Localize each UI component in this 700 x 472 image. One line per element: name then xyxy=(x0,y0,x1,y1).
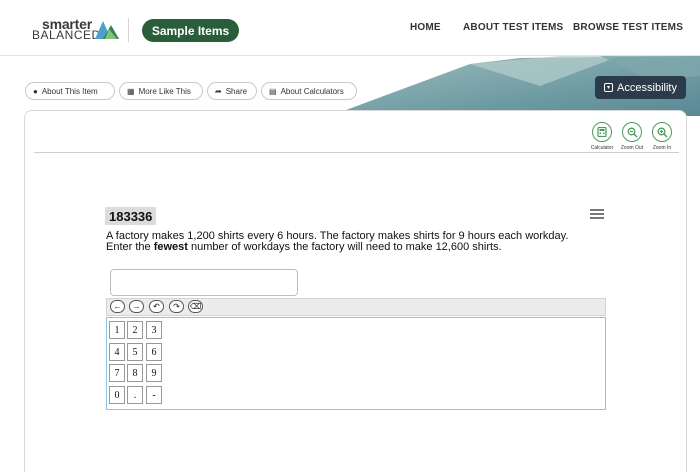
key-9[interactable]: 9 xyxy=(146,364,162,382)
zoom-in-label: Zoom In xyxy=(652,145,672,151)
nav-home[interactable]: HOME xyxy=(410,22,441,33)
key-6[interactable]: 6 xyxy=(146,343,162,361)
accessibility-icon: ▾ xyxy=(604,83,614,92)
nav-browse-test-items[interactable]: BROWSE TEST ITEMS xyxy=(573,22,683,33)
item-id-badge: 183336 xyxy=(105,207,157,225)
share-label: Share xyxy=(225,86,248,96)
key-0[interactable]: 0 xyxy=(109,386,125,404)
smarter-balanced-logo[interactable]: smarter BALANCED xyxy=(32,16,122,42)
more-like-this-button[interactable]: ▦ More Like This xyxy=(119,82,203,100)
accessibility-button[interactable]: ▾ Accessibility xyxy=(595,76,686,99)
key-5[interactable]: 5 xyxy=(127,343,143,361)
share-icon: ➦ xyxy=(215,86,222,96)
redo-icon[interactable]: ↷ xyxy=(169,300,184,313)
header-divider xyxy=(128,18,129,42)
accessibility-label: Accessibility xyxy=(617,81,677,94)
key-8[interactable]: 8 xyxy=(127,364,143,382)
undo-icon[interactable]: ↶ xyxy=(149,300,164,313)
about-this-item-button[interactable]: ● About This Item xyxy=(25,82,115,100)
key-4[interactable]: 4 xyxy=(109,343,125,361)
site-header: smarter BALANCED Sample Items HOME ABOUT… xyxy=(0,0,700,56)
key-decimal[interactable]: . xyxy=(127,386,143,404)
more-like-this-label: More Like This xyxy=(138,86,191,96)
info-icon: ● xyxy=(33,86,38,96)
question-suffix: number of workdays the factory will need… xyxy=(187,241,502,253)
calculator-tool-icon[interactable] xyxy=(592,122,612,142)
sample-items-button[interactable]: Sample Items xyxy=(142,19,239,42)
about-calculators-label: About Calculators xyxy=(280,86,344,96)
menu-icon[interactable] xyxy=(590,209,604,219)
key-1[interactable]: 1 xyxy=(109,321,125,339)
right-arrow-icon[interactable]: → xyxy=(129,300,144,313)
key-3[interactable]: 3 xyxy=(146,321,162,339)
zoom-out-icon[interactable] xyxy=(622,122,642,142)
triangle-logo-icon xyxy=(95,21,119,39)
nav-about-test-items[interactable]: ABOUT TEST ITEMS xyxy=(463,22,563,33)
question-text: A factory makes 1,200 shirts every 6 hou… xyxy=(106,231,616,253)
keypad-area xyxy=(106,317,606,410)
grid-icon: ▦ xyxy=(127,86,135,96)
logo-text-bottom: BALANCED xyxy=(32,28,101,42)
key-2[interactable]: 2 xyxy=(127,321,143,339)
card-divider xyxy=(34,152,679,153)
share-button[interactable]: ➦ Share xyxy=(207,82,257,100)
left-arrow-icon[interactable]: ← xyxy=(110,300,125,313)
backspace-icon[interactable]: ⌫ xyxy=(188,300,203,313)
about-this-item-label: About This Item xyxy=(41,86,98,96)
zoom-in-icon[interactable] xyxy=(652,122,672,142)
key-7[interactable]: 7 xyxy=(109,364,125,382)
question-prefix: Enter the xyxy=(106,241,154,253)
calculator-icon: ▤ xyxy=(269,86,277,96)
question-line-2: Enter the fewest number of workdays the … xyxy=(106,242,616,253)
question-emphasis: fewest xyxy=(153,241,188,253)
key-minus[interactable]: - xyxy=(146,386,162,404)
answer-input[interactable] xyxy=(110,269,298,296)
about-calculators-button[interactable]: ▤ About Calculators xyxy=(261,82,357,100)
